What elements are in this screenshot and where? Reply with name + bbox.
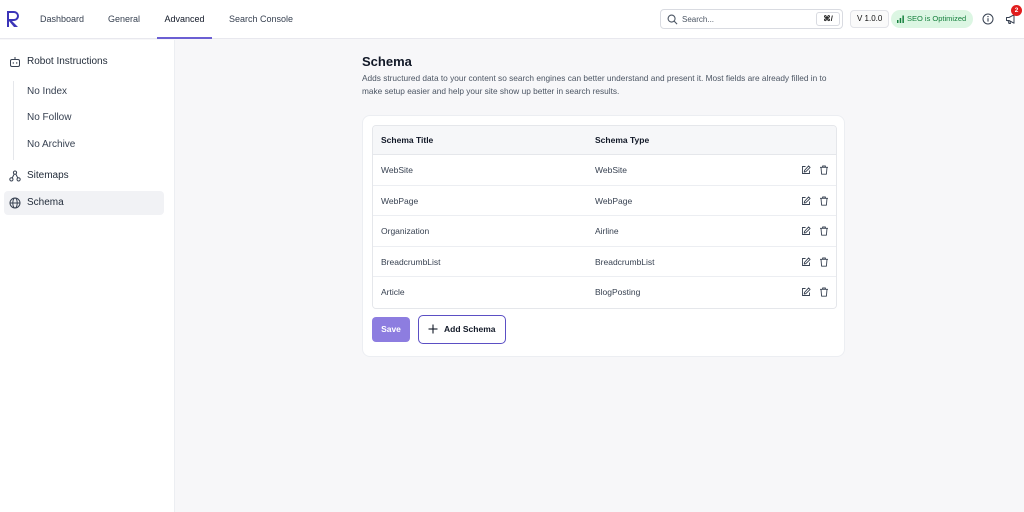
trash-icon[interactable] bbox=[819, 226, 829, 236]
sidebar-item-label: Schema bbox=[27, 197, 64, 208]
search-shortcut: ⌘/ bbox=[816, 12, 840, 26]
column-header-schema-title: Schema Title bbox=[381, 135, 434, 145]
notification-badge: 2 bbox=[1011, 5, 1022, 16]
schema-type-cell: Airline bbox=[595, 226, 619, 237]
seo-status-label: SEO is Optimized bbox=[907, 14, 967, 23]
tab-advanced[interactable]: Advanced bbox=[157, 0, 212, 39]
schema-title-cell: WebSite bbox=[381, 165, 413, 175]
trash-icon[interactable] bbox=[819, 196, 829, 206]
signal-bars-icon bbox=[897, 15, 904, 23]
sidebar-item-sitemaps[interactable]: Sitemaps bbox=[4, 164, 164, 188]
add-schema-label: Add Schema bbox=[444, 324, 496, 334]
save-button[interactable]: Save bbox=[372, 317, 410, 342]
table-row: BreadcrumbList BreadcrumbList bbox=[373, 246, 836, 278]
tab-search-console[interactable]: Search Console bbox=[229, 0, 293, 39]
search-input[interactable]: Search... ⌘/ bbox=[660, 9, 843, 29]
trash-icon[interactable] bbox=[819, 287, 829, 298]
search-placeholder: Search... bbox=[682, 15, 715, 24]
trash-icon[interactable] bbox=[819, 165, 829, 175]
sidebar-item-no-index[interactable]: No Index bbox=[27, 85, 67, 99]
schema-card: Schema Title Schema Type WebSite WebSite… bbox=[362, 115, 845, 357]
globe-icon bbox=[9, 197, 21, 209]
schema-title-cell: BreadcrumbList bbox=[381, 256, 441, 267]
page-title: Schema bbox=[362, 54, 412, 69]
table-row: Article BlogPosting bbox=[373, 277, 836, 308]
top-navbar: Dashboard General Advanced Search Consol… bbox=[0, 0, 1024, 39]
schema-table: Schema Title Schema Type WebSite WebSite… bbox=[372, 125, 837, 309]
table-row: WebSite WebSite bbox=[373, 155, 836, 186]
sidebar-item-robot-instructions[interactable]: Robot Instructions bbox=[4, 50, 164, 74]
sidebar-item-label: Sitemaps bbox=[27, 170, 69, 181]
search-icon bbox=[667, 14, 678, 25]
edit-icon[interactable] bbox=[801, 196, 811, 206]
edit-icon[interactable] bbox=[801, 226, 811, 236]
sidebar-item-schema[interactable]: Schema bbox=[4, 191, 164, 215]
table-row: Organization Airline bbox=[373, 216, 836, 247]
seo-status-badge[interactable]: SEO is Optimized bbox=[891, 10, 974, 28]
robot-icon bbox=[10, 57, 20, 67]
add-schema-button[interactable]: Add Schema bbox=[418, 315, 506, 344]
version-badge: V 1.0.0 bbox=[850, 10, 890, 28]
trash-icon[interactable] bbox=[819, 257, 829, 267]
sidebar-item-no-archive[interactable]: No Archive bbox=[27, 138, 75, 152]
edit-icon[interactable] bbox=[801, 257, 811, 267]
column-header-schema-type: Schema Type bbox=[595, 135, 650, 145]
sidebar-item-no-follow[interactable]: No Follow bbox=[27, 111, 71, 125]
table-header: Schema Title Schema Type bbox=[373, 126, 836, 155]
plus-icon bbox=[428, 324, 438, 334]
schema-type-cell: BreadcrumbList bbox=[595, 256, 655, 267]
app-logo-icon[interactable] bbox=[6, 10, 21, 28]
schema-title-cell: Article bbox=[381, 287, 405, 298]
submenu-divider bbox=[13, 81, 14, 160]
page-description: Adds structured data to your content so … bbox=[362, 73, 827, 96]
schema-type-cell: WebPage bbox=[595, 195, 633, 206]
schema-type-cell: WebSite bbox=[595, 165, 627, 175]
tab-dashboard[interactable]: Dashboard bbox=[40, 0, 84, 39]
sidebar: Robot Instructions No Index No Follow No… bbox=[0, 40, 175, 512]
sidebar-item-label: Robot Instructions bbox=[27, 56, 108, 67]
info-icon[interactable] bbox=[982, 13, 994, 25]
sitemap-icon bbox=[9, 170, 21, 182]
edit-icon[interactable] bbox=[801, 165, 811, 175]
schema-type-cell: BlogPosting bbox=[595, 287, 641, 298]
table-row: WebPage WebPage bbox=[373, 185, 836, 217]
tab-general[interactable]: General bbox=[108, 0, 140, 39]
schema-title-cell: Organization bbox=[381, 226, 430, 237]
edit-icon[interactable] bbox=[801, 287, 811, 297]
schema-title-cell: WebPage bbox=[381, 195, 419, 206]
